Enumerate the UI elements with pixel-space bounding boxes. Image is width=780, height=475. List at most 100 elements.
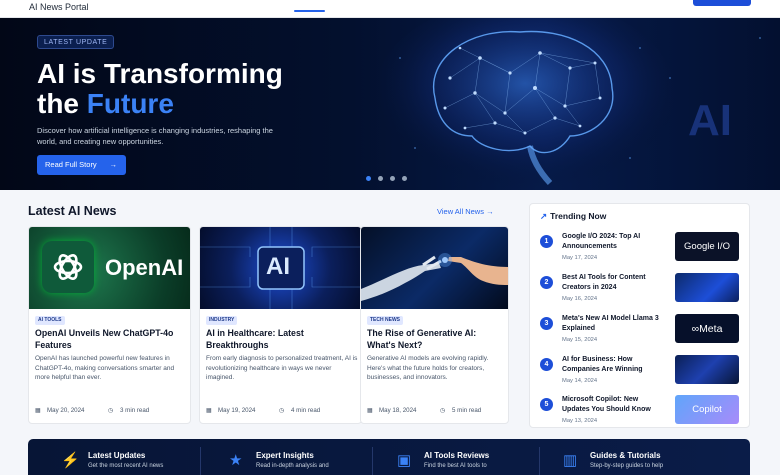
feature-desc: Step-by-step guides to help: [590, 463, 664, 469]
read-full-story-label: Read Full Story: [45, 160, 97, 169]
trending-item-date: May 13, 2024: [562, 418, 598, 424]
carousel-dot[interactable]: [402, 176, 407, 181]
trending-rank: 4: [540, 358, 553, 371]
card-image-openai: OpenAI: [29, 227, 190, 309]
trending-item-title[interactable]: Google I/O 2024: Top AI Announcements: [562, 232, 662, 252]
trending-item[interactable]: 1 Google I/O 2024: Top AI Announcements …: [540, 232, 740, 265]
trending-item-date: May 15, 2024: [562, 337, 598, 343]
card-image-robot-hand: [361, 227, 508, 309]
card-date: May 20, 2024: [47, 407, 85, 414]
trending-item-title[interactable]: AI for Business: How Companies Are Winni…: [562, 355, 662, 375]
arrow-right-icon: →: [109, 160, 118, 169]
toolbox-icon: ▣: [397, 452, 412, 469]
feature-desc: Find the best AI tools to: [424, 463, 487, 469]
active-nav-indicator: [294, 10, 325, 12]
card-description: Generative AI models are evolving rapidl…: [367, 355, 489, 381]
card-read-time: 5 min read: [452, 407, 482, 414]
view-all-label: View All News: [437, 207, 484, 216]
calendar-icon: ▦: [35, 407, 41, 414]
hero-title-line-2: the Future: [37, 89, 367, 119]
card-tag: TECH NEWS: [367, 316, 403, 325]
card-image-text: AI: [266, 253, 290, 280]
arrow-right-icon: →: [486, 207, 494, 216]
card-read-time: 3 min read: [120, 407, 150, 414]
card-description: From early diagnosis to personalized tre…: [206, 355, 358, 381]
trending-panel: ↗ Trending Now 1 Google I/O 2024: Top AI …: [529, 203, 750, 428]
feature-title: Latest Updates: [88, 451, 146, 460]
trending-title: ↗ Trending Now: [540, 211, 606, 222]
hero-title-word: the: [37, 88, 87, 119]
trending-item-title[interactable]: Best AI Tools for Content Creators in 20…: [562, 273, 662, 293]
hero-description: Discover how artificial intelligence is …: [37, 126, 273, 146]
news-card[interactable]: TECH NEWS The Rise of Generative AI: Wha…: [360, 226, 509, 424]
trending-thumb-meta: ∞Meta: [675, 314, 739, 343]
feature-title: AI Tools Reviews: [424, 451, 490, 460]
card-read-time: 4 min read: [291, 407, 321, 414]
trending-thumb-ai-tools: [675, 273, 739, 302]
carousel-dot[interactable]: [378, 176, 383, 181]
news-card[interactable]: OpenAI AI TOOLS OpenAI Unveils New ChatG…: [28, 226, 191, 424]
robot-human-hands-illustration: [361, 253, 508, 301]
feature-title: Expert Insights: [256, 451, 314, 460]
hero-banner: AI LATEST UPDATE AI is Transforming the …: [0, 18, 780, 190]
trending-rank: 5: [540, 398, 553, 411]
feature-divider: [200, 447, 201, 475]
hero-title-line-1: AI is Transforming: [37, 58, 283, 89]
hero-title: AI is Transforming the Future: [37, 59, 367, 119]
card-tag: AI TOOLS: [35, 316, 65, 325]
trending-thumb-business: [675, 355, 739, 384]
hero-badge: LATEST UPDATE: [37, 35, 115, 49]
card-description: OpenAI has launched powerful new feature…: [35, 355, 175, 381]
card-title[interactable]: The Rise of Generative AI: What's Next?: [367, 328, 503, 351]
hero-title-accent: Future: [86, 88, 174, 119]
feature-desc: Get the most recent AI news: [88, 463, 164, 469]
carousel-dots: [366, 176, 407, 181]
expert-icon: ★: [229, 452, 243, 469]
trending-rank: 1: [540, 235, 553, 248]
hero-art-ai-text: AI: [688, 96, 732, 145]
trending-item-date: May 14, 2024: [562, 378, 598, 384]
brand-name[interactable]: AI News Portal: [29, 2, 89, 12]
card-title[interactable]: OpenAI Unveils New ChatGPT-4o Features: [35, 328, 185, 351]
card-title[interactable]: AI in Healthcare: Latest Breakthroughs: [206, 328, 356, 351]
card-image-ai-chip: AI: [200, 227, 361, 309]
trend-up-icon: ↗: [540, 211, 548, 221]
trending-rank: 3: [540, 317, 553, 330]
view-all-news-link[interactable]: View All News →: [437, 207, 494, 216]
section-title: Latest AI News: [28, 204, 117, 218]
trending-rank: 2: [540, 276, 553, 289]
card-image-text: OpenAI: [105, 255, 184, 280]
carousel-dot[interactable]: [390, 176, 395, 181]
trending-item-date: May 17, 2024: [562, 255, 598, 261]
trending-item-title[interactable]: Microsoft Copilot: New Updates You Shoul…: [562, 395, 662, 415]
lightning-icon: ⚡: [61, 452, 80, 469]
read-full-story-button[interactable]: Read Full Story →: [37, 155, 126, 175]
trending-thumb-copilot: Copilot: [675, 395, 739, 424]
trending-item-title[interactable]: Meta's New AI Model Llama 3 Explained: [562, 314, 662, 334]
trending-item[interactable]: 5 Microsoft Copilot: New Updates You Sho…: [540, 395, 740, 428]
top-navbar: AI News Portal: [0, 0, 780, 18]
feature-title: Guides & Tutorials: [590, 451, 661, 460]
card-date: May 19, 2024: [218, 407, 256, 414]
card-tag: INDUSTRY: [206, 316, 238, 325]
trending-thumb-google-io: Google I/O: [675, 232, 739, 261]
clock-icon: ◷: [440, 407, 446, 414]
trending-item[interactable]: 4 AI for Business: How Companies Are Win…: [540, 355, 740, 388]
openai-logo-icon: [42, 241, 94, 293]
feature-divider: [539, 447, 540, 475]
feature-desc: Read in-depth analysis and: [256, 463, 329, 469]
book-icon: ▥: [563, 452, 578, 469]
calendar-icon: ▦: [367, 407, 373, 414]
carousel-dot[interactable]: [366, 176, 371, 181]
news-card[interactable]: AI INDUSTRY AI in Healthcare: Latest Bre…: [199, 226, 362, 424]
trending-item-date: May 16, 2024: [562, 296, 598, 302]
card-date: May 18, 2024: [379, 407, 417, 414]
header-action-button[interactable]: [693, 0, 751, 6]
clock-icon: ◷: [108, 407, 114, 414]
trending-item[interactable]: 3 Meta's New AI Model Llama 3 Explained …: [540, 314, 740, 347]
clock-icon: ◷: [279, 407, 285, 414]
calendar-icon: ▦: [206, 407, 212, 414]
feature-divider: [372, 447, 373, 475]
trending-title-text: Trending Now: [550, 211, 607, 221]
trending-item[interactable]: 2 Best AI Tools for Content Creators in …: [540, 273, 740, 306]
